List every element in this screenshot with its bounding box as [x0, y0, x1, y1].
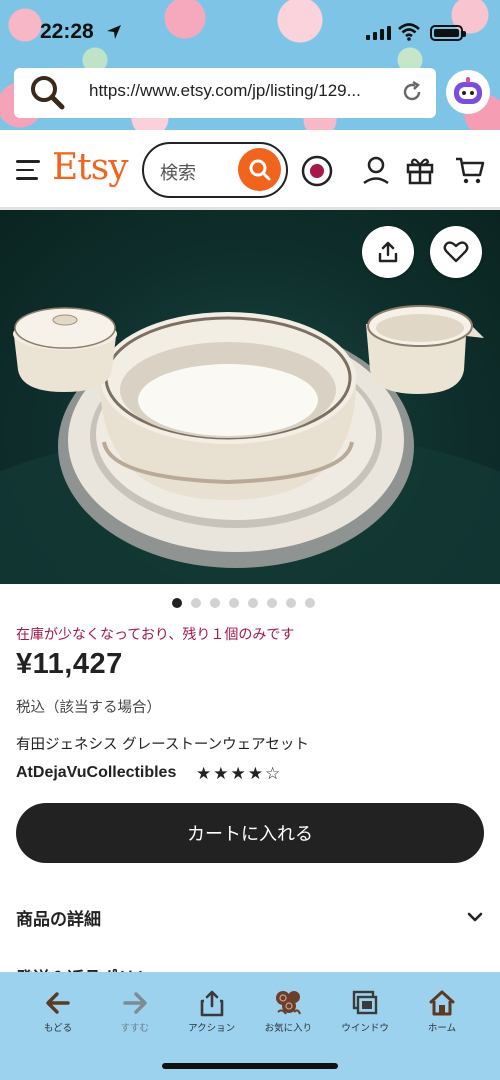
assistant-icon[interactable]	[446, 70, 490, 114]
search-input[interactable]: 検索	[142, 142, 288, 198]
forward-arrow-icon	[123, 992, 147, 1014]
forward-button[interactable]: すすむ	[97, 988, 173, 1034]
search-placeholder: 検索	[160, 163, 196, 184]
cart-icon[interactable]	[454, 154, 486, 186]
pagination-dot[interactable]	[191, 598, 201, 608]
rose-bookmark-icon	[276, 991, 302, 1015]
reload-icon[interactable]	[400, 80, 424, 104]
product-title: 有田ジェネシス グレーストーンウェアセット	[16, 737, 309, 753]
star-filled-icon: ★	[230, 764, 246, 784]
status-time: 22:28	[40, 20, 94, 43]
star-filled-icon: ★	[247, 764, 263, 784]
action-button[interactable]: アクション	[174, 988, 250, 1034]
home-label: ホーム	[427, 1023, 457, 1034]
site-header: Etsy 検索	[0, 130, 500, 210]
star-filled-icon: ★	[196, 764, 212, 784]
heart-icon	[443, 241, 469, 263]
pagination-dot[interactable]	[229, 598, 239, 608]
search-button[interactable]	[238, 148, 281, 191]
pagination-dot[interactable]	[267, 598, 277, 608]
menu-icon[interactable]	[16, 160, 40, 186]
magnifier-icon	[249, 159, 270, 180]
back-button[interactable]: もどる	[20, 988, 96, 1034]
search-icon	[31, 76, 65, 110]
browser-top-area: 22:28 https://www.etsy.com/jp/listing/12…	[0, 0, 500, 130]
status-bar: 22:28	[0, 18, 500, 48]
pagination-dot[interactable]	[248, 598, 258, 608]
back-arrow-icon	[46, 992, 70, 1014]
camera-search-icon[interactable]	[300, 154, 334, 188]
pagination-dot[interactable]	[305, 598, 315, 608]
home-button[interactable]: ホーム	[404, 988, 480, 1034]
windows-icon	[352, 990, 378, 1015]
tax-note: 税込（該当する場合）	[16, 700, 161, 716]
chevron-down-icon	[467, 912, 483, 922]
product-photo[interactable]	[0, 210, 500, 584]
bookmarks-button[interactable]: お気に入り	[250, 988, 326, 1034]
robot-face-icon	[454, 77, 482, 104]
pagination-dot[interactable]	[286, 598, 296, 608]
item-details-accordion[interactable]: 商品の詳細	[16, 895, 484, 939]
pagination-dot[interactable]	[210, 598, 220, 608]
bookmarks-label: お気に入り	[264, 1023, 313, 1034]
pagination-dot[interactable]	[172, 598, 182, 608]
star-empty-icon: ☆	[265, 764, 281, 784]
stock-warning: 在庫が少なくなっており、残り１個のみです	[16, 627, 295, 643]
shop-name-link[interactable]: AtDejaVuCollectibles	[16, 764, 176, 782]
forward-label: すすむ	[120, 1023, 150, 1034]
details-label: 商品の詳細	[16, 909, 101, 930]
battery-icon	[430, 25, 466, 41]
favorite-button[interactable]	[430, 226, 482, 278]
tableware-illustration	[0, 305, 500, 584]
account-icon[interactable]	[360, 154, 392, 186]
action-label: アクション	[188, 1023, 236, 1034]
share-icon	[200, 990, 223, 1017]
url-text[interactable]: https://www.etsy.com/jp/listing/129...	[89, 81, 361, 101]
back-label: もどる	[43, 1023, 73, 1034]
cellular-signal-icon	[366, 26, 391, 40]
price: ¥11,427	[16, 648, 123, 680]
address-bar[interactable]: https://www.etsy.com/jp/listing/129...	[14, 68, 436, 118]
rating-stars[interactable]: ★ ★ ★ ★ ☆	[196, 764, 280, 784]
share-icon	[378, 241, 398, 263]
location-arrow-icon	[107, 25, 121, 39]
gift-icon[interactable]	[404, 154, 436, 186]
windows-label: ウインドウ	[341, 1023, 389, 1034]
star-filled-icon: ★	[213, 764, 229, 784]
etsy-logo[interactable]: Etsy	[52, 147, 129, 188]
share-button[interactable]	[362, 226, 414, 278]
home-indicator	[162, 1063, 338, 1069]
add-to-cart-button[interactable]: カートに入れる	[16, 803, 484, 863]
home-icon	[429, 990, 455, 1016]
image-pagination	[172, 598, 315, 608]
windows-button[interactable]: ウインドウ	[327, 988, 403, 1034]
wifi-icon	[398, 23, 420, 41]
